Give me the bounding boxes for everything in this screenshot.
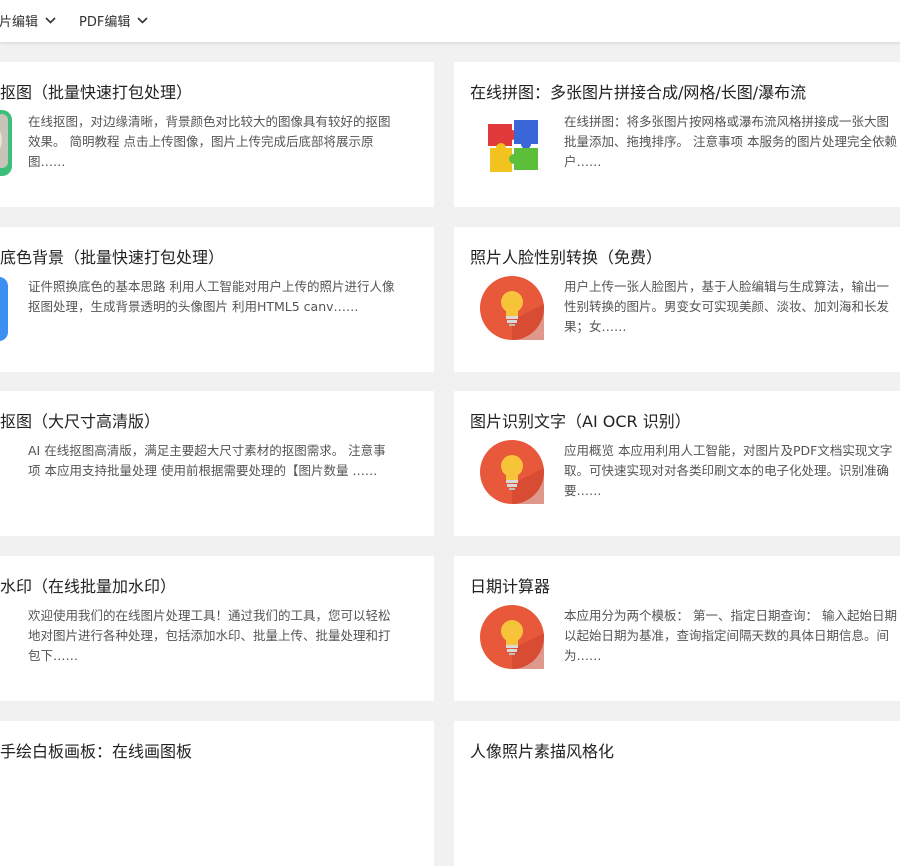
card-description: 应用概览 本应用利用人工智能，对图片及PDF文档实现文字 取。可快速实现对对各类… xyxy=(564,441,892,501)
desc-line: AI 在线抠图高清版，满足主要超大尺寸素材的抠图需求。 注意事 xyxy=(28,443,386,458)
app-card-whiteboard[interactable]: 手绘白板画板：在线画图板 xyxy=(0,721,434,866)
desc-line: 效果。 简明教程 点击上传图像，图片上传完成后底部将展示原 xyxy=(28,134,374,149)
desc-line: 为…… xyxy=(564,648,602,663)
app-card-face-gender[interactable]: 照片人脸性别转换（免费） 用户上传一张人脸图片，基于人脸编辑与生成算法，输出一 … xyxy=(454,227,900,372)
chevron-down-icon xyxy=(45,13,56,28)
card-title: 日期计算器 xyxy=(470,577,551,596)
nav-pdf-edit-menu[interactable]: PDF编辑 xyxy=(79,11,148,30)
card-title: 底色背景（批量快速打包处理） xyxy=(0,248,225,267)
app-card-watermark[interactable]: 水印（在线批量加水印） 欢迎使用我们的在线图片处理工具！通过我们的工具，您可以轻… xyxy=(0,556,434,701)
desc-line: 应用概览 本应用利用人工智能，对图片及PDF文档实现文字 xyxy=(564,443,893,458)
app-card-cutout-hd[interactable]: 抠图（大尺寸高清版） AI 在线抠图高清版，满足主要超大尺寸素材的抠图需求。 注… xyxy=(0,391,434,536)
lightbulb-icon xyxy=(480,440,544,504)
card-description: 欢迎使用我们的在线图片处理工具！通过我们的工具，您可以轻松 地对图片进行各种处理… xyxy=(28,606,391,666)
desc-line: 项 本应用支持批量处理 使用前根据需要处理的【图片数量 …… xyxy=(28,463,378,478)
desc-line: 本应用分为两个模板： 第一、指定日期查询： 输入起始日期 xyxy=(564,608,897,623)
desc-line: 抠图处理，生成背景透明的头像图片 利用HTML5 canv…… xyxy=(28,299,359,314)
nav-image-edit-label: 图片编辑 xyxy=(0,15,39,30)
desc-line: 取。可快速实现对对各类印刷文本的电子化处理。识别准确 xyxy=(564,463,890,478)
image-thumbnail-icon xyxy=(0,110,20,176)
lightbulb-icon xyxy=(480,276,544,340)
desc-line: 地对图片进行各种处理，包括添加水印、批量上传、批量处理和打 xyxy=(28,628,391,643)
desc-line: 在线拼图：将多张图片按网格或瀑布流风格拼接成一张大图 xyxy=(564,114,890,129)
nav-image-edit-menu[interactable]: 图片编辑 xyxy=(0,11,56,30)
card-title: 抠图（批量快速打包处理） xyxy=(0,83,193,102)
card-title: 在线拼图：多张图片拼接合成/网格/长图/瀑布流 xyxy=(470,83,807,102)
card-title: 手绘白板画板：在线画图板 xyxy=(0,742,193,761)
puzzle-icon xyxy=(482,114,546,178)
desc-line: 用户上传一张人脸图片，基于人脸编辑与生成算法，输出一 xyxy=(564,279,890,294)
app-card-collage[interactable]: 在线拼图：多张图片拼接合成/网格/长图/瀑布流 在线拼图：将多张图片按网格或瀑布… xyxy=(454,62,900,207)
card-description: 证件照换底色的基本思路 利用人工智能对用户上传的照片进行人像 抠图处理，生成背景… xyxy=(28,277,394,317)
desc-line: 户…… xyxy=(564,154,602,169)
card-title: 图片识别文字（AI OCR 识别） xyxy=(470,412,691,431)
card-description: 在线拼图：将多张图片按网格或瀑布流风格拼接成一张大图 批量添加、拖拽排序。 注意… xyxy=(564,112,897,172)
desc-line: 批量添加、拖拽排序。 注意事项 本服务的图片处理完全依赖 xyxy=(564,134,897,149)
desc-line: 要…… xyxy=(564,483,602,498)
desc-line: 包下…… xyxy=(28,648,79,663)
desc-line: 以起始日期为基准，查询指定间隔天数的具体日期信息。间 xyxy=(564,628,890,643)
card-description: AI 在线抠图高清版，满足主要超大尺寸素材的抠图需求。 注意事 项 本应用支持批… xyxy=(28,441,386,481)
desc-line: 性别转换的图片。男变女可实现美颜、淡妆、加刘海和长发 xyxy=(564,299,890,314)
card-description: 用户上传一张人脸图片，基于人脸编辑与生成算法，输出一 性别转换的图片。男变女可实… xyxy=(564,277,889,337)
app-card-ocr[interactable]: 图片识别文字（AI OCR 识别） 应用概览 本应用利用人工智能，对图片及PDF… xyxy=(454,391,900,536)
top-nav-bar: 图片编辑 PDF编辑 xyxy=(0,0,900,42)
app-card-portrait-sketch[interactable]: 人像照片素描风格化 xyxy=(454,721,900,866)
card-title: 抠图（大尺寸高清版） xyxy=(0,412,161,431)
card-title: 照片人脸性别转换（免费） xyxy=(470,248,663,267)
desc-line: 证件照换底色的基本思路 利用人工智能对用户上传的照片进行人像 xyxy=(28,279,395,294)
app-card-cutout-batch[interactable]: 抠图（批量快速打包处理） 在线抠图，对边缘清晰，背景颜色对比较大的图像具有较好的… xyxy=(0,62,434,207)
app-card-date-calculator[interactable]: 日期计算器 本应用分为两个模板： 第一、指定日期查询： 输入起始日期 以起始日期… xyxy=(454,556,900,701)
desc-line: 图…… xyxy=(28,154,66,169)
nav-pdf-edit-label: PDF编辑 xyxy=(79,15,131,30)
card-description: 本应用分为两个模板： 第一、指定日期查询： 输入起始日期 以起始日期为基准，查询… xyxy=(564,606,897,666)
lightbulb-icon xyxy=(480,605,544,669)
card-title: 水印（在线批量加水印） xyxy=(0,577,177,596)
chevron-down-icon xyxy=(137,13,148,28)
card-title: 人像照片素描风格化 xyxy=(470,742,615,761)
card-description: 在线抠图，对边缘清晰，背景颜色对比较大的图像具有较好的抠图 效果。 简明教程 点… xyxy=(28,112,391,172)
blue-app-icon xyxy=(0,277,30,341)
desc-line: 果；女…… xyxy=(564,319,627,334)
app-card-background-color[interactable]: 底色背景（批量快速打包处理） 证件照换底色的基本思路 利用人工智能对用户上传的照… xyxy=(0,227,434,372)
desc-line: 欢迎使用我们的在线图片处理工具！通过我们的工具，您可以轻松 xyxy=(28,608,391,623)
desc-line: 在线抠图，对边缘清晰，背景颜色对比较大的图像具有较好的抠图 xyxy=(28,114,391,129)
